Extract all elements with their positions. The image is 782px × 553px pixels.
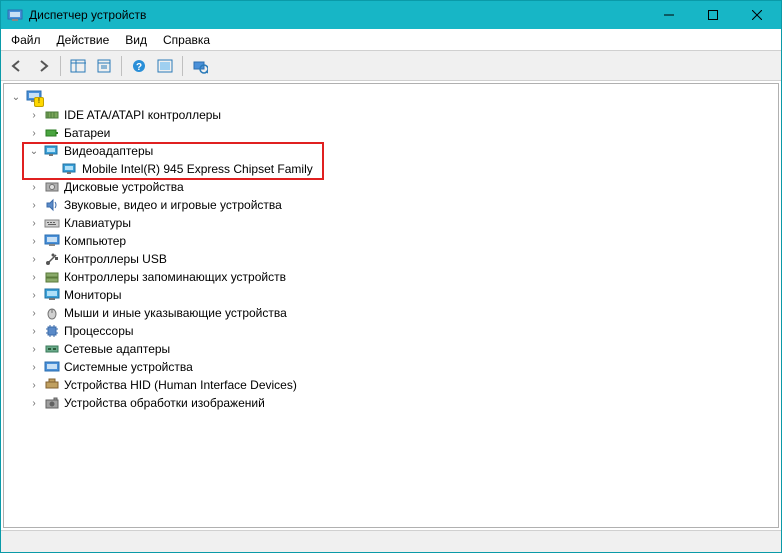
scan-hardware-button[interactable] <box>188 54 212 78</box>
tree-item-ide[interactable]: › IDE ATA/ATAPI контроллеры <box>4 106 778 124</box>
collapse-icon[interactable]: ⌄ <box>10 92 22 103</box>
tree-item-keyboards[interactable]: › Клавиатуры <box>4 214 778 232</box>
toolbar: ? <box>1 51 781 81</box>
tree-item-system-devices[interactable]: › Системные устройства <box>4 358 778 376</box>
separator <box>121 56 122 76</box>
separator <box>182 56 183 76</box>
forward-button[interactable] <box>31 54 55 78</box>
monitor-icon <box>44 287 60 303</box>
battery-icon <box>44 125 60 141</box>
tree-item-hid[interactable]: › Устройства HID (Human Interface Device… <box>4 376 778 394</box>
ide-controller-icon <box>44 107 60 123</box>
hid-icon <box>44 377 60 393</box>
tree-item-label: Компьютер <box>64 234 126 248</box>
menubar: Файл Действие Вид Справка <box>1 29 781 51</box>
tree-item-label: Устройства HID (Human Interface Devices) <box>64 378 297 392</box>
tree-item-label: Контроллеры USB <box>64 252 167 266</box>
computer-icon: ! <box>26 89 42 105</box>
processor-icon <box>44 323 60 339</box>
computer-icon <box>44 233 60 249</box>
collapse-icon[interactable]: ⌄ <box>28 146 40 157</box>
expand-icon[interactable]: › <box>28 362 40 373</box>
tree-item-network-adapters[interactable]: › Сетевые адаптеры <box>4 340 778 358</box>
tree-item-label: Mobile Intel(R) 945 Express Chipset Fami… <box>82 162 313 176</box>
tree-item-disk-drives[interactable]: › Дисковые устройства <box>4 178 778 196</box>
minimize-button[interactable] <box>647 1 691 29</box>
expand-icon[interactable]: › <box>28 326 40 337</box>
expand-icon[interactable]: › <box>28 290 40 301</box>
device-manager-window: Диспетчер устройств Файл Действие Вид Сп… <box>0 0 782 553</box>
tree-item-label: Клавиатуры <box>64 216 131 230</box>
expand-icon[interactable]: › <box>28 308 40 319</box>
tree-item-label: Контроллеры запоминающих устройств <box>64 270 286 284</box>
keyboard-icon <box>44 215 60 231</box>
close-button[interactable] <box>735 1 779 29</box>
maximize-button[interactable] <box>691 1 735 29</box>
separator <box>60 56 61 76</box>
display-adapter-icon <box>62 161 78 177</box>
expand-icon[interactable]: › <box>28 272 40 283</box>
properties-button[interactable] <box>92 54 116 78</box>
expand-icon[interactable]: › <box>28 200 40 211</box>
tree-item-storage-controllers[interactable]: › Контроллеры запоминающих устройств <box>4 268 778 286</box>
system-device-icon <box>44 359 60 375</box>
expand-icon[interactable]: › <box>28 218 40 229</box>
tree-item-label: Сетевые адаптеры <box>64 342 170 356</box>
app-icon <box>7 7 23 23</box>
storage-controller-icon <box>44 269 60 285</box>
tree-item-usb-controllers[interactable]: › Контроллеры USB <box>4 250 778 268</box>
expand-icon[interactable]: › <box>28 128 40 139</box>
tree-item-label: IDE ATA/ATAPI контроллеры <box>64 108 221 122</box>
expand-icon[interactable]: › <box>28 254 40 265</box>
tree-item-label: Мыши и иные указывающие устройства <box>64 306 287 320</box>
expand-icon[interactable]: › <box>28 236 40 247</box>
tree-item-label: Мониторы <box>64 288 121 302</box>
tree-root[interactable]: ⌄ ! <box>4 88 778 106</box>
sound-icon <box>44 197 60 213</box>
menu-view[interactable]: Вид <box>117 31 155 49</box>
expand-icon[interactable]: › <box>28 344 40 355</box>
tree-item-label: Дисковые устройства <box>64 180 184 194</box>
network-adapter-icon <box>44 341 60 357</box>
menu-help[interactable]: Справка <box>155 31 218 49</box>
imaging-device-icon <box>44 395 60 411</box>
mouse-icon <box>44 305 60 321</box>
svg-text:?: ? <box>136 62 142 73</box>
tree-item-computer[interactable]: › Компьютер <box>4 232 778 250</box>
display-adapter-icon <box>44 143 60 159</box>
statusbar <box>1 530 781 552</box>
tree-item-label: Звуковые, видео и игровые устройства <box>64 198 282 212</box>
tree-item-batteries[interactable]: › Батареи <box>4 124 778 142</box>
tree-item-label: Системные устройства <box>64 360 193 374</box>
usb-icon <box>44 251 60 267</box>
device-tree: ⌄ ! › IDE ATA/ATAPI контроллеры › Батаре… <box>4 88 778 412</box>
tree-item-mice[interactable]: › Мыши и иные указывающие устройства <box>4 304 778 322</box>
expand-icon[interactable]: › <box>28 110 40 121</box>
expand-icon[interactable]: › <box>28 182 40 193</box>
window-title: Диспетчер устройств <box>29 8 647 22</box>
tree-item-label: Видеоадаптеры <box>64 144 153 158</box>
tree-item-imaging[interactable]: › Устройства обработки изображений <box>4 394 778 412</box>
tree-item-monitors[interactable]: › Мониторы <box>4 286 778 304</box>
help-button[interactable]: ? <box>127 54 151 78</box>
show-hide-tree-button[interactable] <box>66 54 90 78</box>
tree-item-label: Процессоры <box>64 324 134 338</box>
tree-item-label: Батареи <box>64 126 110 140</box>
device-tree-panel[interactable]: ⌄ ! › IDE ATA/ATAPI контроллеры › Батаре… <box>3 83 779 528</box>
expand-icon[interactable]: › <box>28 380 40 391</box>
menu-file[interactable]: Файл <box>3 31 49 49</box>
tree-item-intel-945[interactable]: Mobile Intel(R) 945 Express Chipset Fami… <box>4 160 778 178</box>
expand-icon[interactable]: › <box>28 398 40 409</box>
tree-item-sound[interactable]: › Звуковые, видео и игровые устройства <box>4 196 778 214</box>
disk-drive-icon <box>44 179 60 195</box>
tree-item-label: Устройства обработки изображений <box>64 396 265 410</box>
menu-action[interactable]: Действие <box>49 31 118 49</box>
back-button[interactable] <box>5 54 29 78</box>
tree-item-display-adapters[interactable]: ⌄ Видеоадаптеры <box>4 142 778 160</box>
action-center-button[interactable] <box>153 54 177 78</box>
tree-item-processors[interactable]: › Процессоры <box>4 322 778 340</box>
titlebar: Диспетчер устройств <box>1 1 781 29</box>
